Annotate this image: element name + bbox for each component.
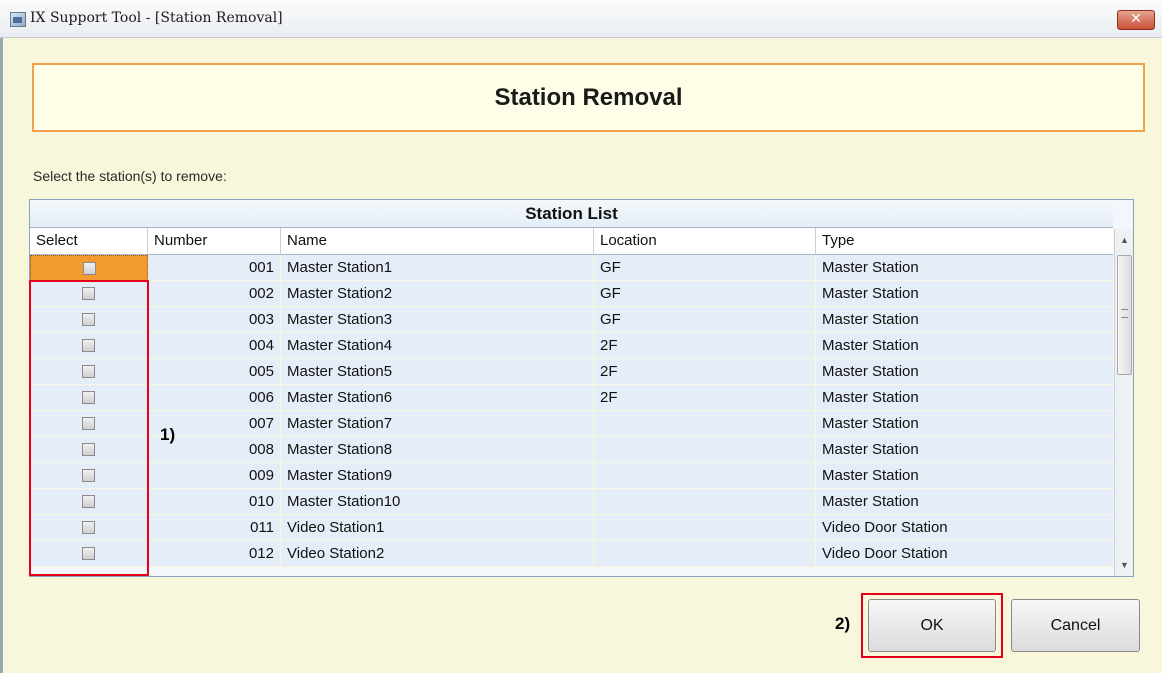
location-cell: 2F: [594, 333, 816, 359]
column-header-row: Select Number Name Location Type: [30, 228, 1113, 255]
table-row[interactable]: 010 Master Station10 Master Station: [30, 489, 1113, 515]
name-cell: Master Station7: [281, 411, 594, 437]
location-cell: GF: [594, 255, 816, 281]
callout-1: 1): [160, 425, 176, 444]
window-border: [0, 38, 3, 673]
name-cell: Master Station4: [281, 333, 594, 359]
type-cell: Master Station: [816, 385, 1113, 411]
column-header-location[interactable]: Location: [594, 228, 816, 254]
number-cell: 006: [148, 385, 281, 411]
table-row[interactable]: 005 Master Station5 2F Master Station: [30, 359, 1113, 385]
window-title: IX Support Tool - [Station Removal]: [30, 10, 283, 26]
number-cell: 009: [148, 463, 281, 489]
location-cell: [594, 411, 816, 437]
table-row[interactable]: 002 Master Station2 GF Master Station: [30, 281, 1113, 307]
type-cell: Master Station: [816, 281, 1113, 307]
name-cell: Master Station5: [281, 359, 594, 385]
page-title: Station Removal: [494, 84, 683, 111]
name-cell: Video Station2: [281, 541, 594, 567]
table-row[interactable]: 004 Master Station4 2F Master Station: [30, 333, 1113, 359]
callout-2: 2): [835, 614, 851, 633]
type-cell: Master Station: [816, 489, 1113, 515]
name-cell: Master Station8: [281, 437, 594, 463]
number-cell: 012: [148, 541, 281, 567]
location-cell: GF: [594, 281, 816, 307]
name-cell: Master Station2: [281, 281, 594, 307]
app-icon: [10, 12, 26, 27]
table-row[interactable]: 007 Master Station7 Master Station: [30, 411, 1113, 437]
column-header-number[interactable]: Number: [148, 228, 281, 254]
table-row[interactable]: 012 Video Station2 Video Door Station: [30, 541, 1113, 567]
station-list-table: Station List Select Number Name Location…: [29, 199, 1134, 577]
cancel-button[interactable]: Cancel: [1011, 599, 1140, 652]
name-cell: Master Station9: [281, 463, 594, 489]
name-cell: Master Station3: [281, 307, 594, 333]
number-cell: 003: [148, 307, 281, 333]
type-cell: Master Station: [816, 437, 1113, 463]
table-row[interactable]: 001 Master Station1 GF Master Station: [30, 255, 1113, 281]
number-cell: 005: [148, 359, 281, 385]
location-cell: [594, 489, 816, 515]
type-cell: Master Station: [816, 359, 1113, 385]
location-cell: [594, 515, 816, 541]
location-cell: 2F: [594, 385, 816, 411]
number-cell: 002: [148, 281, 281, 307]
vertical-scrollbar[interactable]: ▲ ▼: [1114, 229, 1133, 576]
ok-button[interactable]: OK: [868, 599, 996, 652]
type-cell: Master Station: [816, 411, 1113, 437]
number-cell: 010: [148, 489, 281, 515]
name-cell: Master Station10: [281, 489, 594, 515]
select-checkbox[interactable]: [83, 262, 96, 275]
table-row[interactable]: 008 Master Station8 Master Station: [30, 437, 1113, 463]
number-cell: 004: [148, 333, 281, 359]
location-cell: [594, 541, 816, 567]
type-cell: Master Station: [816, 255, 1113, 281]
select-column-highlight: [29, 280, 149, 576]
scroll-up-arrow-icon[interactable]: ▲: [1115, 229, 1133, 249]
instruction-text: Select the station(s) to remove:: [33, 168, 227, 184]
location-cell: [594, 437, 816, 463]
location-cell: [594, 463, 816, 489]
grip-icon: [1121, 309, 1128, 318]
number-cell: 011: [148, 515, 281, 541]
number-cell: 001: [148, 255, 281, 281]
scroll-down-arrow-icon[interactable]: ▼: [1115, 556, 1133, 576]
table-row[interactable]: 011 Video Station1 Video Door Station: [30, 515, 1113, 541]
column-header-select[interactable]: Select: [30, 228, 148, 254]
title-bar: IX Support Tool - [Station Removal] ✕: [0, 0, 1162, 38]
type-cell: Master Station: [816, 333, 1113, 359]
close-button[interactable]: ✕: [1117, 10, 1155, 30]
name-cell: Master Station1: [281, 255, 594, 281]
type-cell: Video Door Station: [816, 541, 1113, 567]
name-cell: Master Station6: [281, 385, 594, 411]
table-row[interactable]: 006 Master Station6 2F Master Station: [30, 385, 1113, 411]
scroll-thumb[interactable]: [1117, 255, 1132, 375]
location-cell: GF: [594, 307, 816, 333]
location-cell: 2F: [594, 359, 816, 385]
select-cell[interactable]: [30, 255, 148, 281]
header-panel: Station Removal: [32, 63, 1145, 132]
type-cell: Video Door Station: [816, 515, 1113, 541]
type-cell: Master Station: [816, 463, 1113, 489]
name-cell: Video Station1: [281, 515, 594, 541]
station-list-title: Station List: [30, 200, 1113, 228]
column-header-name[interactable]: Name: [281, 228, 594, 254]
column-header-type[interactable]: Type: [816, 228, 1113, 254]
type-cell: Master Station: [816, 307, 1113, 333]
table-row[interactable]: 009 Master Station9 Master Station: [30, 463, 1113, 489]
table-row[interactable]: 003 Master Station3 GF Master Station: [30, 307, 1113, 333]
